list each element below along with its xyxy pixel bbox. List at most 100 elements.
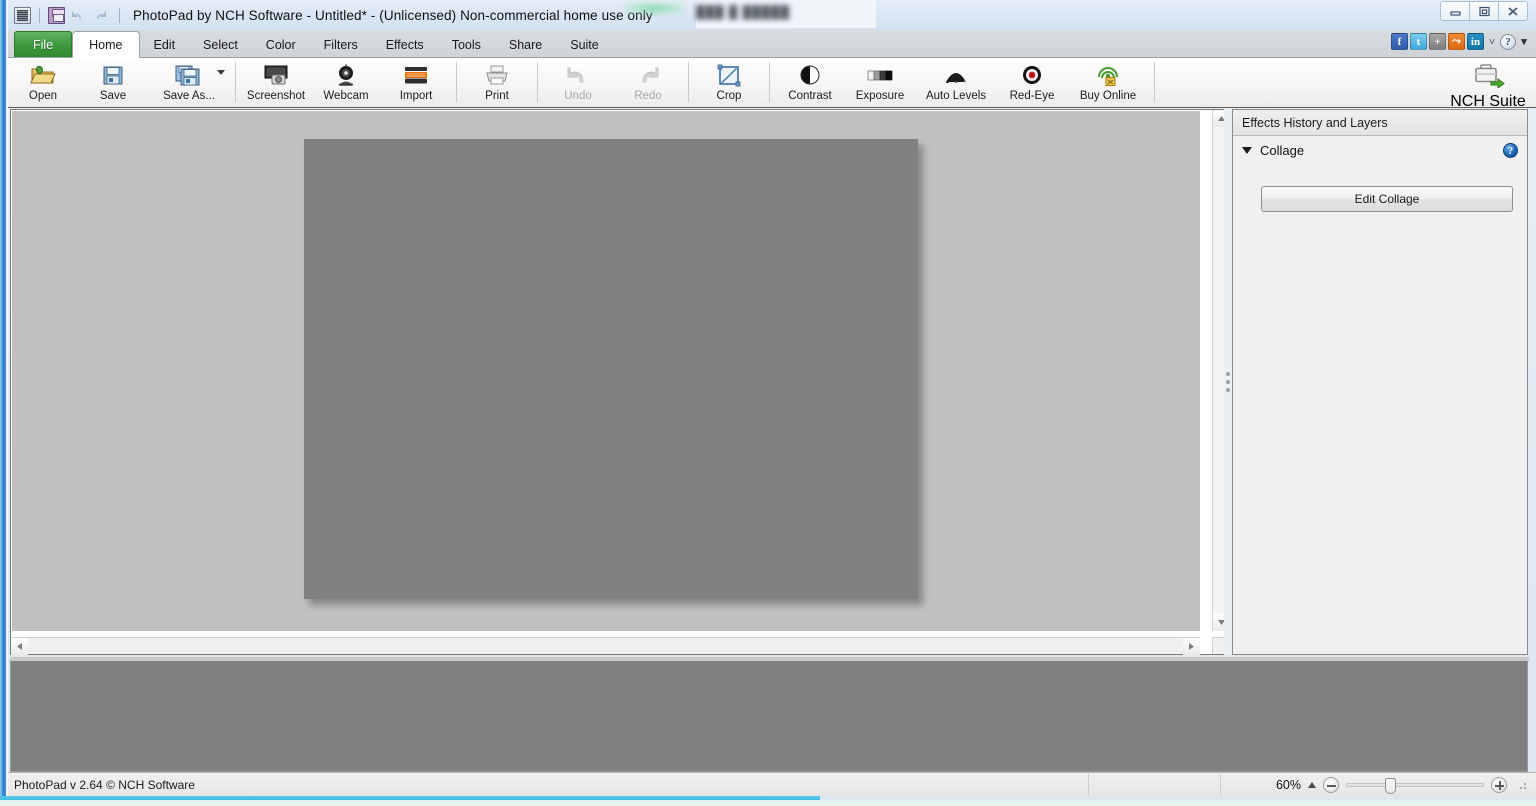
print-button[interactable]: Print xyxy=(462,58,532,106)
panel-splitter-handle[interactable] xyxy=(1224,109,1232,655)
lower-pane-divider xyxy=(11,657,1529,661)
save-button[interactable]: Save xyxy=(78,58,148,106)
facebook-icon[interactable]: f xyxy=(1391,33,1408,50)
open-button[interactable]: Open xyxy=(8,58,78,106)
zoom-in-button[interactable] xyxy=(1491,777,1507,793)
undo-button[interactable]: Undo xyxy=(543,58,613,106)
save-as-dropdown-caret-icon[interactable] xyxy=(217,70,225,75)
tab-edit[interactable]: Edit xyxy=(140,32,190,57)
webcam-icon xyxy=(335,62,357,88)
chevron-down-icon[interactable]: ˅ xyxy=(1486,33,1498,50)
chevron-down-icon[interactable] xyxy=(1242,147,1252,154)
zoom-stepper-up-icon[interactable] xyxy=(1308,782,1316,788)
save-disk-icon xyxy=(101,62,125,88)
canvas-viewport[interactable] xyxy=(12,111,1200,631)
splitter-dot xyxy=(1226,372,1230,376)
import-scanner-icon xyxy=(403,62,429,88)
window-controls xyxy=(1440,1,1528,21)
window-left-border-inner xyxy=(6,0,8,806)
redo-arrow-icon xyxy=(635,62,661,88)
effects-history-panel-title: Effects History and Layers xyxy=(1233,110,1527,136)
minimize-button[interactable] xyxy=(1440,1,1470,21)
auto-levels-button[interactable]: Auto Levels xyxy=(915,58,997,106)
redo-icon[interactable] xyxy=(93,7,111,24)
webcam-button[interactable]: Webcam xyxy=(311,58,381,106)
toolbar-group-crop: Crop xyxy=(694,58,764,108)
edit-collage-button[interactable]: Edit Collage xyxy=(1261,186,1513,212)
googleplus-icon[interactable]: + xyxy=(1429,33,1446,50)
save-as-button[interactable]: Save As... xyxy=(148,58,230,106)
splitter-dot xyxy=(1226,380,1230,384)
toolbar-separator-1 xyxy=(235,62,236,102)
zoom-slider-track[interactable] xyxy=(1346,778,1484,794)
status-separator-2 xyxy=(1220,774,1221,796)
photo-canvas[interactable] xyxy=(304,139,918,599)
status-bar: PhotoPad v 2.64 © NCH Software 60% xyxy=(8,772,1536,796)
zoom-slider-thumb[interactable] xyxy=(1385,778,1396,794)
buy-online-button-label: Buy Online xyxy=(1079,90,1137,102)
title-highlight-redaction xyxy=(624,2,684,15)
close-button[interactable] xyxy=(1498,1,1528,21)
buy-online-button[interactable]: Buy Online xyxy=(1067,58,1149,106)
photopad-app-icon[interactable] xyxy=(14,6,31,24)
title-bar: PhotoPad by NCH Software - Untitled* - (… xyxy=(8,0,1536,30)
zoom-out-button[interactable] xyxy=(1323,777,1339,793)
window-bottom-border xyxy=(0,800,1536,806)
toolbar-separator-2 xyxy=(456,62,457,102)
collage-section-label: Collage xyxy=(1260,143,1305,158)
crop-button-label: Crop xyxy=(716,90,742,102)
exposure-button[interactable]: Exposure xyxy=(845,58,915,106)
photopad-window: PhotoPad by NCH Software - Untitled* - (… xyxy=(0,0,1536,806)
status-separator-1 xyxy=(1088,774,1089,796)
nch-suite-button[interactable]: NCH Suite xyxy=(1446,62,1530,111)
tab-effects[interactable]: Effects xyxy=(372,32,438,57)
tab-tools[interactable]: Tools xyxy=(438,32,495,57)
social-share-bar: f t + ⤳ in ˅ ? ▾ xyxy=(1391,33,1530,50)
red-eye-button[interactable]: Red-Eye xyxy=(997,58,1067,106)
undo-icon[interactable] xyxy=(70,7,88,24)
tab-color[interactable]: Color xyxy=(252,32,310,57)
toolbar-separator-5 xyxy=(769,62,770,102)
tab-home[interactable]: Home xyxy=(72,31,140,58)
save-icon[interactable] xyxy=(48,6,65,24)
scroll-left-arrow-icon[interactable] xyxy=(11,638,28,655)
splitter-dot xyxy=(1226,388,1230,392)
twitter-icon[interactable]: t xyxy=(1410,33,1427,50)
effects-history-panel: Effects History and Layers Collage ? Edi… xyxy=(1232,109,1528,655)
tab-filters[interactable]: Filters xyxy=(310,32,372,57)
buy-online-broadcast-icon xyxy=(1094,62,1122,88)
help-icon[interactable]: ? xyxy=(1500,33,1516,50)
dropdown-arrow-icon[interactable]: ▾ xyxy=(1518,33,1530,50)
print-button-label: Print xyxy=(485,90,509,102)
screenshot-button[interactable]: Screenshot xyxy=(241,58,311,106)
zoom-level-value[interactable]: 60% xyxy=(1267,778,1301,792)
crop-button[interactable]: Crop xyxy=(694,58,764,106)
collage-help-icon[interactable]: ? xyxy=(1503,143,1518,158)
contrast-circle-icon xyxy=(799,62,821,88)
quick-access-toolbar xyxy=(8,6,123,24)
tab-select[interactable]: Select xyxy=(189,32,252,57)
toolbar-group-adjust: Contrast Exposure Auto Levels Red-Eye Bu… xyxy=(775,58,1149,108)
maximize-button[interactable] xyxy=(1469,1,1499,21)
screenshot-button-label: Screenshot xyxy=(246,90,306,102)
collage-section-header[interactable]: Collage ? xyxy=(1233,136,1527,158)
tab-file[interactable]: File xyxy=(14,31,73,57)
scroll-right-arrow-icon[interactable] xyxy=(1183,638,1200,655)
status-version-text: PhotoPad v 2.64 © NCH Software xyxy=(14,777,195,792)
resize-grip-icon[interactable] xyxy=(1516,779,1528,791)
canvas-horizontal-scrollbar[interactable] xyxy=(11,637,1200,655)
save-button-label: Save xyxy=(99,90,127,102)
tab-share[interactable]: Share xyxy=(495,32,556,57)
redo-button[interactable]: Redo xyxy=(613,58,683,106)
stumbleupon-icon[interactable]: ⤳ xyxy=(1448,33,1465,50)
import-button[interactable]: Import xyxy=(381,58,451,106)
tab-suite[interactable]: Suite xyxy=(556,32,613,57)
printer-icon xyxy=(484,62,510,88)
toolbar-separator-4 xyxy=(688,62,689,102)
toolbar-group-file: Open Save Save As... xyxy=(8,58,230,108)
linkedin-icon[interactable]: in xyxy=(1467,33,1484,50)
toolbar-group-history: Undo Redo xyxy=(543,58,683,108)
zoom-controls: 60% xyxy=(1267,773,1528,797)
toolbar-separator-6 xyxy=(1154,62,1155,102)
contrast-button[interactable]: Contrast xyxy=(775,58,845,106)
